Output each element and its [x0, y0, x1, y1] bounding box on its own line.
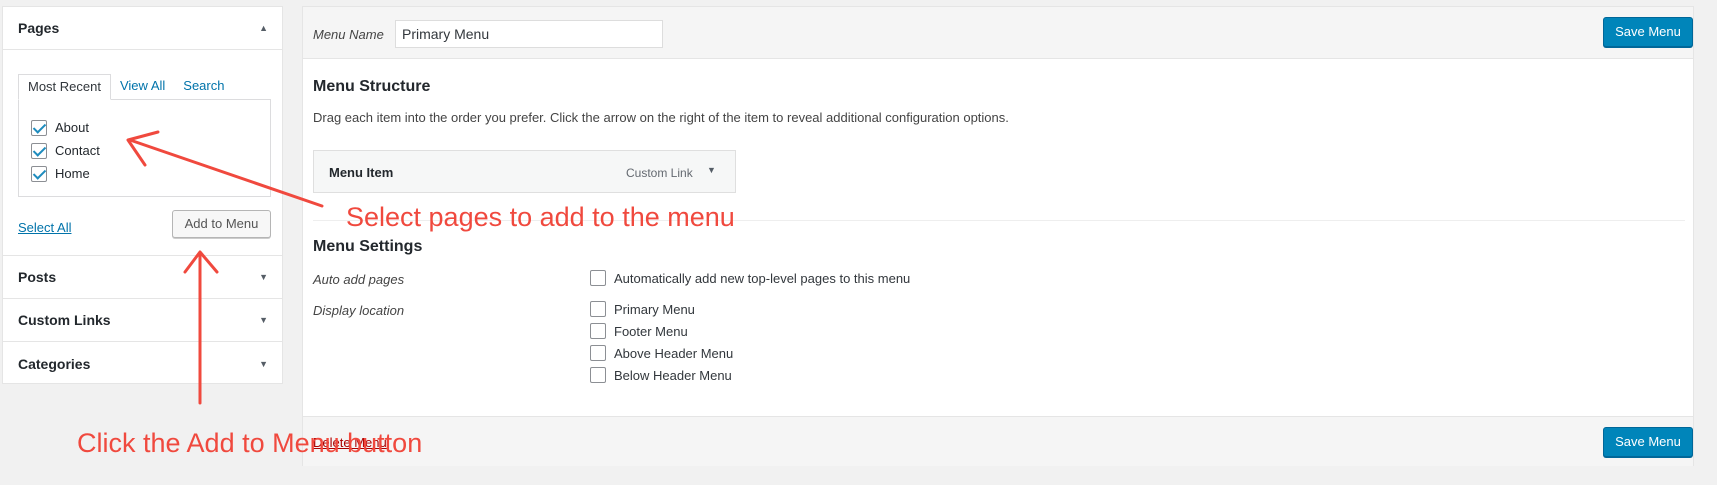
location-footer-label[interactable]: Footer Menu — [614, 324, 688, 339]
accordion-categories-title: Categories — [18, 355, 91, 372]
menu-structure-title: Menu Structure — [313, 78, 431, 95]
menu-name-label: Menu Name — [313, 27, 384, 42]
menu-items-accordion: Pages ▲ Most Recent View All Search Abou… — [2, 6, 283, 384]
accordion-custom-links-title: Custom Links — [18, 312, 111, 328]
page-home-label[interactable]: Home — [55, 166, 90, 181]
location-below-header-checkbox[interactable] — [590, 367, 606, 383]
page-contact-label[interactable]: Contact — [55, 143, 100, 158]
page-item-home: Home — [31, 162, 258, 185]
annotation-click-add: Click the Add to Menu button — [77, 428, 423, 458]
accordion-pages-title: Pages — [18, 20, 60, 36]
save-menu-button-bottom[interactable]: Save Menu — [1603, 427, 1693, 457]
expand-arrow-icon[interactable]: ▼ — [259, 272, 268, 282]
menu-item[interactable]: Menu Item Custom Link ▼ — [313, 150, 736, 193]
accordion-custom-links-header[interactable]: Custom Links ▼ — [3, 299, 282, 342]
auto-add-option-label[interactable]: Automatically add new top-level pages to… — [614, 271, 910, 286]
page-about-checkbox[interactable] — [31, 119, 47, 136]
location-below-header: Below Header Menu — [590, 367, 732, 383]
menu-footer: Delete Menu Save Menu — [303, 416, 1693, 466]
accordion-pages-header[interactable]: Pages ▲ — [3, 7, 282, 50]
tab-most-recent[interactable]: Most Recent — [18, 74, 111, 100]
select-all-link[interactable]: Select All — [18, 220, 71, 235]
menu-structure-description: Drag each item into the order you prefer… — [313, 110, 1009, 125]
page-about-label[interactable]: About — [55, 120, 89, 135]
accordion-posts-title: Posts — [18, 269, 57, 285]
location-below-header-label[interactable]: Below Header Menu — [614, 368, 732, 383]
expand-arrow-icon[interactable]: ▼ — [259, 315, 268, 325]
location-above-header-label[interactable]: Above Header Menu — [614, 346, 733, 361]
collapse-arrow-icon[interactable]: ▲ — [259, 23, 268, 33]
auto-add-pages-label: Auto add pages — [313, 272, 405, 287]
accordion-posts-header[interactable]: Posts ▼ — [3, 256, 282, 299]
location-primary-label[interactable]: Primary Menu — [614, 302, 695, 317]
page-home-checkbox[interactable] — [31, 165, 47, 182]
menu-settings-title: Menu Settings — [313, 238, 423, 255]
menu-item-title: Menu Item — [329, 165, 394, 180]
location-footer-checkbox[interactable] — [590, 323, 606, 339]
menu-item-type: Custom Link — [626, 166, 693, 180]
auto-add-checkbox[interactable] — [590, 270, 606, 286]
page-contact-checkbox[interactable] — [31, 142, 47, 159]
accordion-categories-header[interactable]: Categories ▼ — [3, 342, 282, 385]
location-above-header-checkbox[interactable] — [590, 345, 606, 361]
location-footer: Footer Menu — [590, 323, 688, 339]
auto-add-option: Automatically add new top-level pages to… — [590, 270, 910, 286]
pages-tabs: Most Recent View All Search — [18, 74, 233, 100]
pages-panel: Most Recent View All Search About Contac… — [3, 50, 282, 256]
annotation-select-pages: Select pages to add to the menu — [346, 202, 735, 232]
location-primary: Primary Menu — [590, 301, 695, 317]
menu-editor: Menu Name Primary Menu Save Menu Menu St… — [302, 6, 1694, 466]
pages-checklist: About Contact Home — [18, 99, 271, 197]
menu-name-input[interactable]: Primary Menu — [395, 20, 663, 48]
add-to-menu-button[interactable]: Add to Menu — [172, 210, 271, 238]
location-primary-checkbox[interactable] — [590, 301, 606, 317]
location-above-header: Above Header Menu — [590, 345, 733, 361]
tab-view-all[interactable]: View All — [111, 74, 174, 100]
page-item-contact: Contact — [31, 139, 258, 162]
menu-item-toggle-icon[interactable]: ▼ — [707, 165, 716, 175]
menu-header: Menu Name Primary Menu Save Menu — [303, 7, 1693, 59]
expand-arrow-icon[interactable]: ▼ — [259, 359, 268, 369]
display-location-label: Display location — [313, 303, 405, 318]
tab-search[interactable]: Search — [174, 74, 233, 100]
save-menu-button-top[interactable]: Save Menu — [1603, 17, 1693, 47]
page-item-about: About — [31, 116, 258, 139]
